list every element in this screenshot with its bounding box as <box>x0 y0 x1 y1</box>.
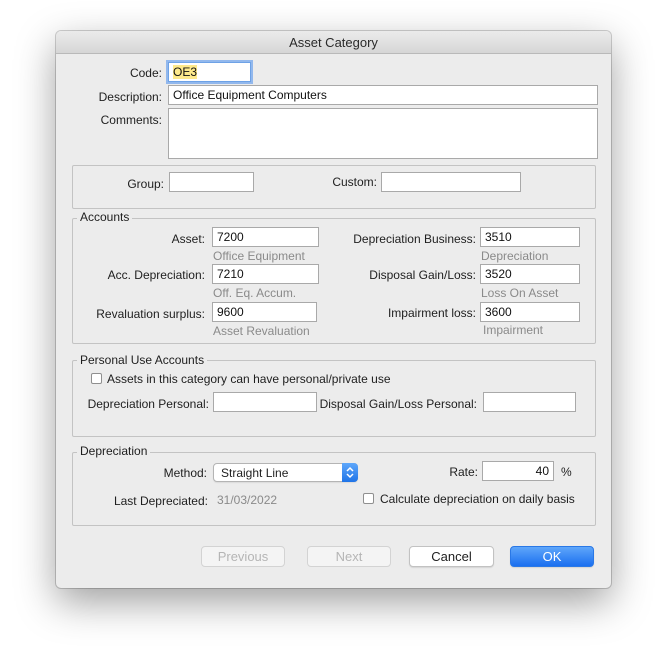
disposal-field[interactable]: 3520 <box>480 264 580 284</box>
impairment-field[interactable]: 3600 <box>480 302 580 322</box>
ok-button[interactable]: OK <box>510 546 594 567</box>
rate-field[interactable]: 40 <box>482 461 554 481</box>
dep-personal-label: Depreciation Personal: <box>87 397 209 411</box>
rate-unit: % <box>561 465 572 479</box>
impairment-label: Impairment loss: <box>387 306 476 320</box>
description-label: Description: <box>98 90 162 104</box>
disposal-label: Disposal Gain/Loss: <box>369 268 476 282</box>
comments-field[interactable] <box>168 108 598 159</box>
dep-business-field[interactable]: 3510 <box>480 227 580 247</box>
window-title: Asset Category <box>56 31 611 54</box>
revaluation-account-name: Asset Revaluation <box>213 324 310 338</box>
personal-use-title: Personal Use Accounts <box>77 353 208 367</box>
code-value: OE3 <box>173 65 198 79</box>
asset-label: Asset: <box>171 232 205 246</box>
daily-basis-checkbox[interactable] <box>363 493 374 504</box>
dep-business-label: Depreciation Business: <box>353 232 476 246</box>
code-label: Code: <box>129 66 162 80</box>
group-field[interactable] <box>169 172 254 192</box>
custom-label: Custom: <box>332 175 377 189</box>
acc-depreciation-label: Acc. Depreciation: <box>107 268 205 282</box>
depreciation-title: Depreciation <box>77 444 151 458</box>
comments-label: Comments: <box>100 113 162 127</box>
personal-use-checkbox-label: Assets in this category can have persona… <box>107 372 391 386</box>
dep-personal-field[interactable] <box>213 392 317 412</box>
disposal-account-name: Loss On Asset <box>481 286 559 300</box>
asset-category-dialog: Asset Category Code: OE3 Description: Of… <box>56 31 611 588</box>
asset-account-name: Office Equipment <box>213 249 305 263</box>
daily-basis-label: Calculate depreciation on daily basis <box>380 492 575 506</box>
description-field[interactable]: Office Equipment Computers <box>168 85 598 105</box>
last-depreciated-label: Last Depreciated: <box>113 494 208 508</box>
personal-use-checkbox[interactable] <box>91 373 102 384</box>
asset-field[interactable]: 7200 <box>212 227 319 247</box>
revaluation-field[interactable]: 9600 <box>212 302 317 322</box>
dep-business-account-name: Depreciation <box>481 249 549 263</box>
revaluation-label: Revaluation surplus: <box>96 307 205 321</box>
disposal-personal-field[interactable] <box>483 392 576 412</box>
impairment-account-name: Impairment <box>483 323 544 337</box>
last-depreciated-value: 31/03/2022 <box>217 493 278 507</box>
method-selected-value: Straight Line <box>221 466 289 480</box>
previous-button[interactable]: Previous <box>201 546 285 567</box>
accounts-title: Accounts <box>77 210 133 224</box>
method-select[interactable]: Straight Line <box>213 463 358 482</box>
method-label: Method: <box>163 466 207 480</box>
rate-label: Rate: <box>449 465 478 479</box>
next-button[interactable]: Next <box>307 546 391 567</box>
code-field[interactable]: OE3 <box>168 62 251 82</box>
disposal-personal-label: Disposal Gain/Loss Personal: <box>319 397 477 411</box>
acc-depreciation-field[interactable]: 7210 <box>212 264 319 284</box>
cancel-button[interactable]: Cancel <box>409 546 494 567</box>
acc-depreciation-account-name: Off. Eq. Accum. <box>213 286 297 300</box>
group-label: Group: <box>127 177 164 191</box>
custom-field[interactable] <box>381 172 521 192</box>
